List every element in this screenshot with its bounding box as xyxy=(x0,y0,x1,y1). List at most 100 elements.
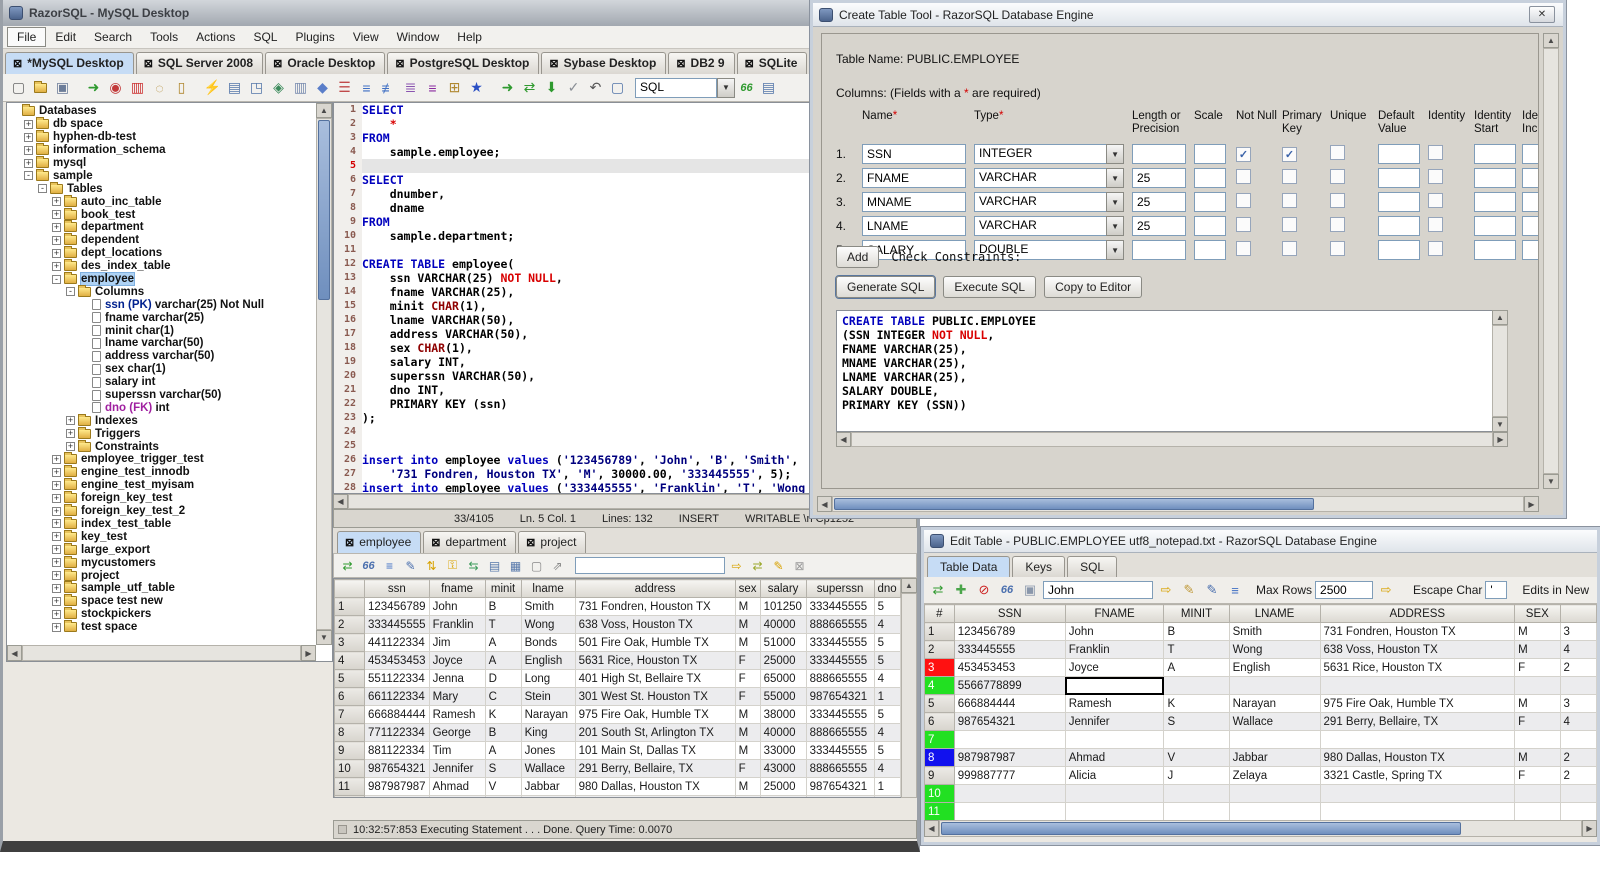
search-input[interactable] xyxy=(1043,581,1153,599)
tree-item-space-test-new[interactable]: + space test new xyxy=(7,594,316,608)
cell[interactable]: 888665555 xyxy=(805,723,875,742)
tree-item-mycustomers[interactable]: + mycustomers xyxy=(7,555,316,569)
cell[interactable]: Ramesh xyxy=(1064,694,1165,713)
tree-item-fname-varchar-25[interactable]: fname varchar(25) xyxy=(7,311,316,324)
cell[interactable]: 987654321 xyxy=(953,712,1066,731)
row-number[interactable]: 3 xyxy=(924,658,955,677)
cell[interactable]: 771122334 xyxy=(364,723,430,742)
menu-plugins[interactable]: Plugins xyxy=(286,28,343,46)
scroll-right-icon[interactable]: ▶ xyxy=(1582,820,1597,837)
tree-item-mysql[interactable]: + mysql xyxy=(7,156,316,170)
identity-checkbox[interactable] xyxy=(1428,217,1443,232)
cell[interactable]: 43000 xyxy=(759,759,807,778)
cell[interactable]: 51000 xyxy=(759,633,807,652)
expand-icon[interactable]: + xyxy=(24,158,33,168)
db-key-icon[interactable]: ⊞ xyxy=(444,77,465,98)
sort-results-icon[interactable]: ⇅ xyxy=(422,556,441,575)
tree-hscroll-track[interactable] xyxy=(22,645,301,661)
scroll-left-icon[interactable]: ◀ xyxy=(817,496,832,512)
cell[interactable] xyxy=(1319,676,1516,695)
menu-edit[interactable]: Edit xyxy=(46,28,85,46)
primary-key-checkbox[interactable] xyxy=(1282,193,1297,208)
cell[interactable]: S xyxy=(1163,712,1230,731)
cell[interactable] xyxy=(1514,784,1561,803)
tree-item-minit-char-1[interactable]: minit char(1) xyxy=(7,324,316,337)
cell[interactable]: V xyxy=(1163,748,1230,767)
column-type-dropdown[interactable]: VARCHAR ▼ xyxy=(974,192,1124,212)
tree-item-employee[interactable]: - employee xyxy=(7,272,316,287)
cell[interactable] xyxy=(1163,730,1230,749)
tree-item-hyphen-db-test[interactable]: + hyphen-db-test xyxy=(7,130,316,144)
cell[interactable] xyxy=(1228,802,1321,820)
cell[interactable]: 5 xyxy=(873,651,901,670)
unique-checkbox[interactable] xyxy=(1330,241,1345,256)
cell[interactable]: M xyxy=(734,633,761,652)
column-header-minit[interactable]: minit xyxy=(484,579,522,598)
menu-window[interactable]: Window xyxy=(388,28,449,46)
expand-icon[interactable]: + xyxy=(66,442,75,452)
cell[interactable]: A xyxy=(484,633,522,652)
cell[interactable]: Smith xyxy=(1228,622,1321,641)
close-tab-icon[interactable]: ⊠ xyxy=(431,536,440,549)
window-vertical-scrollbar[interactable]: ▲ ▼ xyxy=(1543,33,1559,489)
cell[interactable] xyxy=(1163,676,1230,695)
cell[interactable]: 999887777 xyxy=(364,795,430,797)
format-sql-icon[interactable]: ≡ xyxy=(422,77,443,98)
unique-checkbox[interactable] xyxy=(1330,169,1345,184)
results-tab-project[interactable]: ⊠ project xyxy=(518,531,587,553)
column-header-salary[interactable]: salary xyxy=(759,579,807,598)
cell[interactable]: M xyxy=(734,705,761,724)
preferences-icon[interactable]: ▤ xyxy=(224,77,245,98)
cell[interactable]: F xyxy=(734,687,761,706)
reload-icon[interactable]: ⇆ xyxy=(464,556,483,575)
tree-item-indexes[interactable]: + Indexes xyxy=(7,413,316,427)
scale-input[interactable] xyxy=(1194,144,1226,164)
cell[interactable]: Ramesh xyxy=(428,705,486,724)
length-input[interactable] xyxy=(1132,216,1186,236)
identity-checkbox[interactable] xyxy=(1428,169,1443,184)
scroll-left-icon[interactable]: ◀ xyxy=(333,494,348,509)
cell[interactable]: Mary xyxy=(428,687,486,706)
delete-row-icon[interactable]: ⊘ xyxy=(974,580,994,600)
cell[interactable]: Franklin xyxy=(428,615,486,634)
cell[interactable]: F xyxy=(1514,712,1561,731)
db-browser-icon[interactable]: ◈ xyxy=(268,77,289,98)
edit-hscroll-thumb[interactable] xyxy=(941,822,1461,835)
chevron-down-icon[interactable]: ▼ xyxy=(1106,168,1124,188)
identity-start-input[interactable] xyxy=(1474,144,1516,164)
unique-checkbox[interactable] xyxy=(1330,193,1345,208)
cell[interactable]: M xyxy=(1514,694,1561,713)
cell[interactable]: Wallace xyxy=(1228,712,1321,731)
scroll-up-icon[interactable]: ▲ xyxy=(316,103,332,118)
cell[interactable]: 441122334 xyxy=(364,633,430,652)
favorites-star-icon[interactable]: ★ xyxy=(466,77,487,98)
edit-cell-icon[interactable]: ✎ xyxy=(1202,580,1222,600)
not-null-checkbox[interactable] xyxy=(1236,169,1251,184)
connection-tab-sqlite[interactable]: ⊠ SQLite xyxy=(736,52,808,74)
cell[interactable]: Wong xyxy=(1228,640,1321,659)
cell[interactable] xyxy=(1228,784,1321,803)
cell[interactable]: 4 xyxy=(873,615,901,634)
expand-icon[interactable]: + xyxy=(52,210,61,220)
cell[interactable]: Zelaya xyxy=(520,795,576,797)
default-value-input[interactable] xyxy=(1378,168,1420,188)
tree-item-foreign-key-test[interactable]: + foreign_key_test xyxy=(7,491,316,505)
cell[interactable]: 5 xyxy=(873,597,901,616)
cell[interactable]: 1 xyxy=(873,795,901,797)
tree-item-databases[interactable]: Databases xyxy=(7,104,316,118)
cell[interactable]: 4 xyxy=(873,669,901,688)
refresh-query-icon[interactable]: ⇄ xyxy=(748,556,767,575)
cell[interactable]: 881122334 xyxy=(364,741,430,760)
tree-item-sex-char-1[interactable]: sex char(1) xyxy=(7,363,316,376)
scroll-up-icon[interactable]: ▲ xyxy=(1543,33,1559,48)
edit-tab-keys[interactable]: Keys xyxy=(1012,556,1066,577)
db-stack-icon[interactable]: ☰ xyxy=(334,77,355,98)
cell[interactable]: A xyxy=(1163,658,1230,677)
cell[interactable]: 333445555 xyxy=(364,615,430,634)
identity-start-input[interactable] xyxy=(1474,216,1516,236)
not-null-checkbox[interactable] xyxy=(1236,241,1251,256)
grid-icon[interactable]: ▦ xyxy=(506,556,525,575)
expand-icon[interactable]: + xyxy=(52,596,61,606)
cell[interactable] xyxy=(953,802,1066,820)
results-tab-employee[interactable]: ⊠ employee xyxy=(337,531,422,553)
